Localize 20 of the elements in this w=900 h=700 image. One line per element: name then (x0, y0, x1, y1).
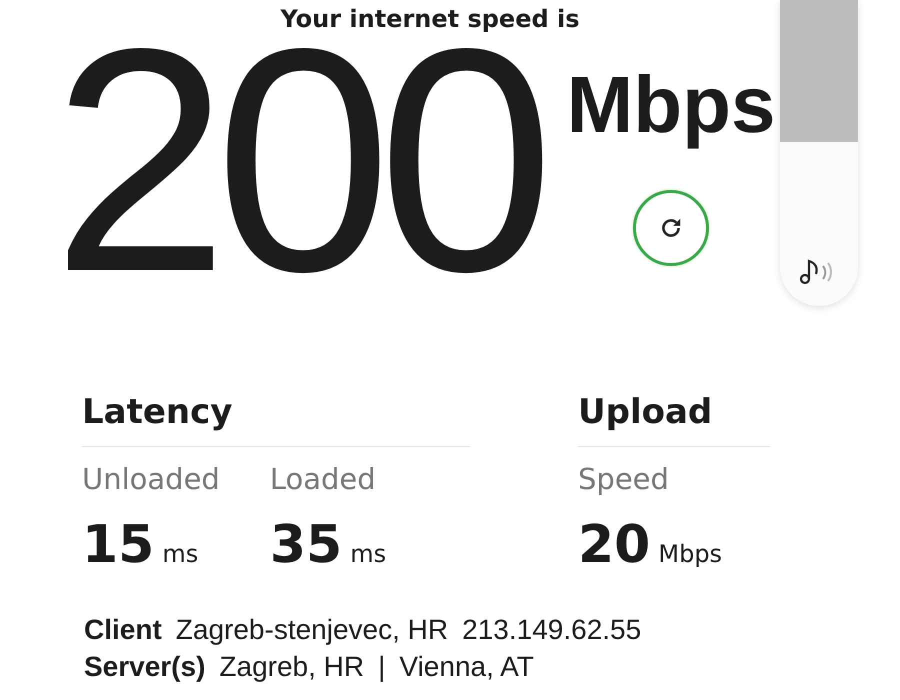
metric-value: 20 (578, 515, 650, 575)
info-label: Server(s) (84, 650, 206, 684)
info-text: | (378, 650, 386, 684)
metric-value: 15 (82, 515, 154, 575)
metric-unit: ms (162, 540, 198, 568)
section-title: Upload (578, 390, 770, 447)
info-text: Zagreb, HR (219, 650, 364, 684)
info-text: 213.149.62.55 (462, 613, 642, 647)
metric-value: 35 (270, 515, 342, 575)
refresh-button[interactable] (633, 190, 710, 266)
speed-unit: Mbps (566, 60, 776, 150)
metric-label: Loaded (270, 461, 377, 498)
info-text: Zagreb-stenjevec, HR (176, 613, 448, 647)
metric-label: Speed (578, 461, 670, 498)
section-title: Latency (82, 390, 470, 447)
metric-unit: ms (350, 540, 386, 568)
metric-unit: Mbps (658, 540, 722, 568)
metric-label: Unloaded (82, 461, 220, 498)
info-text: Vienna, AT (399, 650, 534, 684)
info-label: Client (84, 613, 162, 647)
